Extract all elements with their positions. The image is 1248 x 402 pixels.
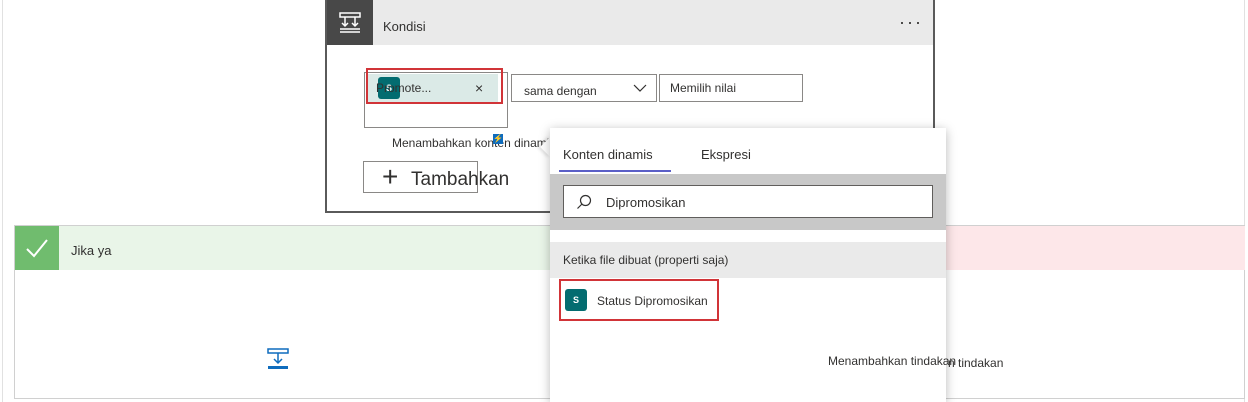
if-no-header[interactable]	[945, 226, 1245, 270]
add-button[interactable]: + Tambahkan	[363, 161, 509, 193]
add-button-label: Tambahkan	[411, 169, 510, 190]
plus-icon: +	[382, 161, 399, 192]
add-action-link-background[interactable]: n tindakan	[948, 356, 1003, 370]
operator-dropdown[interactable]: sama dengan	[511, 74, 657, 102]
token-highlight-box	[366, 68, 503, 104]
canvas-border-left	[2, 0, 3, 402]
tab-expression[interactable]: Ekspresi	[701, 147, 751, 162]
checkmark-icon	[15, 226, 59, 270]
active-tab-indicator	[559, 170, 671, 172]
add-action-link[interactable]: Menambahkan tindakan	[828, 354, 956, 368]
search-value: Dipromosikan	[606, 195, 686, 210]
trigger-section-title: Ketika file dibuat (properti saja)	[563, 253, 729, 267]
if-yes-title: Jika ya	[71, 243, 112, 258]
add-dynamic-content-link[interactable]: Menambahkan konten dinamis	[392, 136, 555, 150]
sharepoint-icon: S	[565, 289, 587, 311]
operator-value: sama dengan	[524, 84, 597, 98]
search-icon	[577, 194, 592, 209]
tab-dynamic-content[interactable]: Konten dinamis	[563, 147, 653, 162]
add-action-icon[interactable]	[267, 348, 289, 370]
dynamic-content-item[interactable]: S Status Dipromosikan	[559, 279, 719, 321]
dynamic-content-item-label: Status Dipromosikan	[597, 294, 708, 308]
dynamic-content-badge-icon: ⚡	[493, 134, 503, 144]
if-no-branch	[945, 225, 1245, 399]
more-options-button[interactable]: ···	[899, 12, 923, 33]
chevron-down-icon	[633, 84, 647, 92]
condition-title: Kondisi	[383, 19, 426, 34]
condition-icon	[327, 0, 373, 45]
if-yes-branch: Jika ya	[14, 225, 555, 399]
condition-header[interactable]: Kondisi ···	[327, 0, 933, 45]
trigger-section-header: Ketika file dibuat (properti saja)	[550, 242, 946, 278]
search-area: Dipromosikan	[550, 174, 946, 230]
if-yes-header[interactable]: Jika ya	[15, 226, 555, 270]
search-input[interactable]: Dipromosikan	[563, 185, 933, 218]
value-input[interactable]: Memilih nilai	[659, 74, 803, 102]
